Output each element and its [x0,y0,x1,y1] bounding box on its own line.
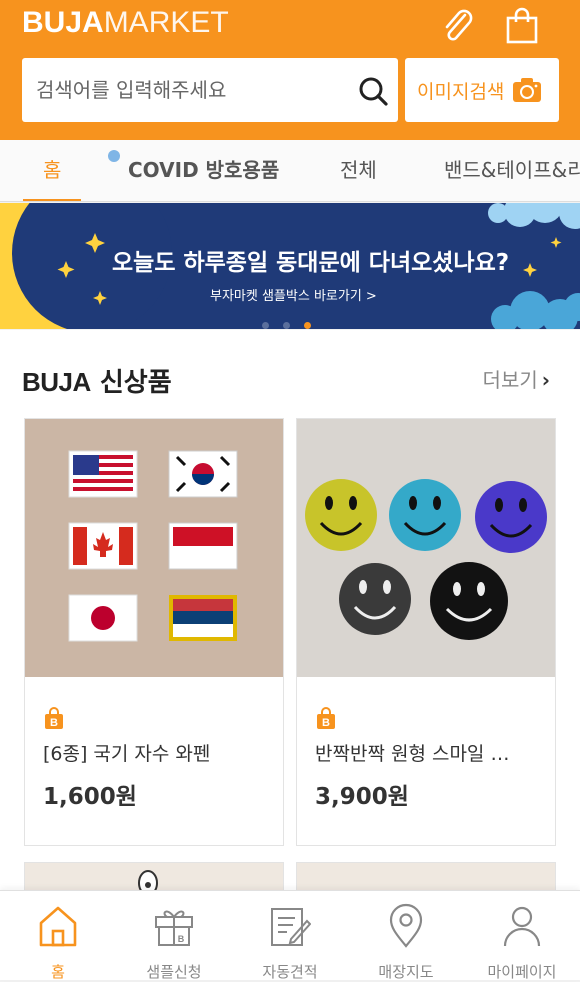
product-name[interactable]: 반짝반짝 원형 스마일 … [315,739,535,766]
search-icon[interactable] [356,74,390,108]
gift-box-icon: B [155,910,193,946]
product-price: 1,600원 [43,784,137,810]
image-search-button[interactable]: 이미지검색 [405,58,559,122]
map-pin-icon [389,903,423,948]
quote-edit-icon [271,908,311,946]
product-image-flag-patches[interactable] [25,419,283,677]
product-name[interactable]: [6종] 국기 자수 와펜 [43,739,263,766]
pager-dot-active[interactable] [304,322,311,329]
pager-dot[interactable] [262,322,269,329]
tab-all[interactable]: 전체 [340,140,377,201]
shopping-bag-icon[interactable] [502,6,542,46]
bottom-navigation: 홈 B 샘플신청 자동견적 매장지도 마이페이지 [0,890,580,981]
svg-text:B: B [178,934,185,944]
promo-banner[interactable]: 오늘도 하루종일 동대문에 다녀오셨나요? 부자마켓 샘플박스 바로가기 > [0,203,580,329]
pager-dot[interactable] [283,322,290,329]
tab-band-tape[interactable]: 밴드&테이프&리 [444,140,580,201]
banner-headline: 오늘도 하루종일 동대문에 다녀오셨나요? [112,250,510,276]
new-dot-badge [108,150,120,162]
user-icon [503,906,541,947]
chevron-right-icon: › [541,368,550,392]
image-search-label: 이미지검색 [417,80,505,103]
search-input[interactable] [36,58,356,122]
nav-home[interactable]: 홈 [0,891,116,981]
product-card[interactable]: B 반짝반짝 원형 스마일 … 3,900원 [296,418,556,846]
category-tabs: 홈 COVID 방호용품 전체 밴드&테이프&리 [0,140,580,202]
product-price: 3,900원 [315,784,409,810]
nav-sample-request[interactable]: B 샘플신청 [116,891,232,981]
tab-home[interactable]: 홈 [23,140,82,201]
nav-store-map[interactable]: 매장지도 [348,891,464,981]
nav-label: 홈 [51,963,65,981]
svg-text:B: B [322,717,330,729]
svg-text:B: B [50,717,58,729]
nav-label: 샘플신청 [146,963,202,981]
product-card[interactable]: B [6종] 국기 자수 와펜 1,600원 [24,418,284,846]
new-products-section: BUJA 신상품 더보기 › B [6종] 국기 자수 와펜 1,600원 B … [0,330,580,902]
tab-active-underline [23,199,82,201]
buja-bag-icon: B [317,707,335,729]
nav-label: 마이페이지 [487,963,557,981]
nav-my-page[interactable]: 마이페이지 [464,891,580,981]
nav-label: 매장지도 [378,963,434,981]
app-header: BUJAMARKET 이미지검색 [0,0,580,140]
banner-pager [262,314,325,329]
clip-icon[interactable] [438,6,478,46]
buja-bag-icon: B [45,707,63,729]
nav-label: 자동견적 [262,963,318,981]
banner-link-text[interactable]: 부자마켓 샘플박스 바로가기 > [210,285,377,304]
more-link[interactable]: 더보기 › [483,364,550,393]
product-image-smile-patches[interactable] [297,419,555,677]
home-icon [39,906,77,947]
nav-auto-quote[interactable]: 자동견적 [232,891,348,981]
tab-covid[interactable]: COVID 방호용품 [128,140,279,201]
camera-icon [513,78,542,102]
logo[interactable]: BUJAMARKET [22,6,229,40]
search-bar [22,58,398,122]
section-title: BUJA 신상품 [22,367,172,398]
